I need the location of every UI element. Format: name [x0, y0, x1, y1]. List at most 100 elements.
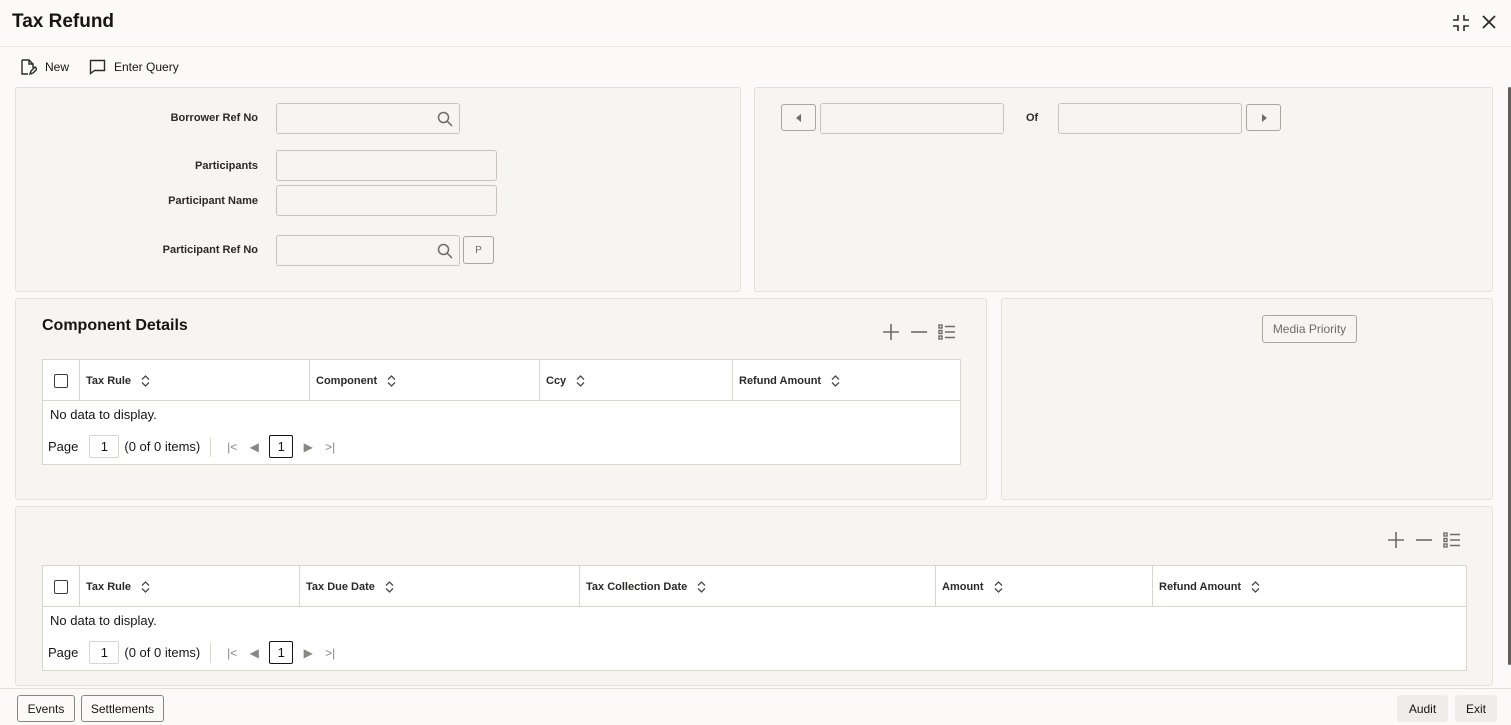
- borrower-ref-no-label: Borrower Ref No: [170, 112, 258, 124]
- column-label: Refund Amount: [739, 374, 822, 387]
- total-records-input[interactable]: [1058, 103, 1242, 134]
- page-label: Page: [48, 645, 79, 660]
- column-header[interactable]: Refund Amount: [1152, 566, 1468, 607]
- query-icon: [89, 59, 106, 75]
- last-page-icon[interactable]: >|: [319, 440, 341, 454]
- previous-page-icon[interactable]: ◀: [243, 646, 265, 660]
- header-divider: [0, 46, 1511, 47]
- column-label: Tax Rule: [86, 580, 132, 593]
- main-form-panel: Borrower Ref No Participants Participant…: [15, 87, 741, 292]
- enter-query-label: Enter Query: [114, 60, 179, 74]
- exit-button[interactable]: Exit: [1455, 695, 1497, 722]
- select-all-cell: [43, 566, 79, 607]
- column-header[interactable]: Tax Rule: [79, 360, 309, 401]
- next-record-button[interactable]: [1246, 104, 1281, 131]
- column-header[interactable]: Component: [309, 360, 539, 401]
- enter-query-button[interactable]: Enter Query: [89, 57, 179, 77]
- previous-page-icon[interactable]: ◀: [243, 440, 265, 454]
- next-page-icon[interactable]: ▶: [297, 646, 319, 660]
- sort-icon[interactable]: [576, 374, 585, 387]
- tax-details-grid: Tax Rule Tax Due Date Tax Collection Dat…: [42, 565, 1467, 671]
- search-icon[interactable]: [437, 243, 453, 259]
- component-details-panel: Component Details Tax Rule Component Ccy…: [15, 298, 987, 500]
- pager-divider: [210, 436, 212, 457]
- participant-ref-no-label: Participant Ref No: [162, 244, 258, 256]
- footer-bar: Events Settlements Audit Exit: [0, 688, 1511, 725]
- single-view-icon[interactable]: [938, 323, 956, 341]
- participants-input[interactable]: [276, 150, 497, 181]
- column-label: Tax Collection Date: [586, 580, 688, 593]
- sort-icon[interactable]: [697, 580, 706, 593]
- column-header[interactable]: Tax Due Date: [299, 566, 579, 607]
- single-view-icon[interactable]: [1443, 531, 1461, 549]
- column-label: Tax Rule: [86, 374, 132, 387]
- grid-header: Tax Rule Tax Due Date Tax Collection Dat…: [43, 566, 1466, 607]
- page-label: Page: [48, 439, 79, 454]
- current-page[interactable]: 1: [269, 641, 294, 664]
- page-number-input[interactable]: 1: [89, 641, 120, 664]
- column-header[interactable]: Refund Amount: [732, 360, 962, 401]
- participants-label: Participants: [195, 160, 258, 172]
- page-number-input[interactable]: 1: [89, 435, 120, 458]
- pagination: Page 1 (0 of 0 items) |< ◀ 1 ▶ >|: [48, 641, 341, 664]
- column-header[interactable]: Amount: [935, 566, 1152, 607]
- delete-row-icon[interactable]: [1415, 531, 1433, 549]
- component-details-grid: Tax Rule Component Ccy Refund Amount No …: [42, 359, 961, 465]
- participant-ref-no-input[interactable]: [276, 235, 460, 266]
- column-label: Component: [316, 374, 378, 387]
- audit-button[interactable]: Audit: [1397, 695, 1448, 722]
- first-page-icon[interactable]: |<: [221, 646, 243, 660]
- sort-icon[interactable]: [141, 374, 150, 387]
- borrower-ref-no-input[interactable]: [276, 103, 460, 134]
- current-page[interactable]: 1: [269, 435, 294, 458]
- participant-p-button[interactable]: P: [463, 236, 494, 264]
- select-all-checkbox[interactable]: [54, 579, 68, 594]
- column-label: Ccy: [546, 374, 567, 387]
- settlements-button[interactable]: Settlements: [81, 695, 164, 722]
- sort-icon[interactable]: [1251, 580, 1260, 593]
- sort-icon[interactable]: [387, 374, 396, 387]
- caret-right-icon: [1261, 113, 1267, 122]
- previous-record-button[interactable]: [781, 104, 816, 131]
- tax-details-panel: Tax Rule Tax Due Date Tax Collection Dat…: [15, 506, 1493, 686]
- sort-icon[interactable]: [385, 580, 394, 593]
- events-button[interactable]: Events: [17, 695, 75, 722]
- pagination: Page 1 (0 of 0 items) |< ◀ 1 ▶ >|: [48, 435, 341, 458]
- media-panel: Media Priority: [1001, 298, 1493, 500]
- select-all-cell: [43, 360, 79, 401]
- page-title: Tax Refund: [12, 11, 115, 32]
- item-count: (0 of 0 items): [124, 645, 201, 660]
- caret-left-icon: [795, 113, 801, 122]
- add-row-icon[interactable]: [882, 323, 900, 341]
- new-button[interactable]: New: [19, 57, 69, 77]
- column-header[interactable]: Tax Rule: [79, 566, 299, 607]
- last-page-icon[interactable]: >|: [319, 646, 341, 660]
- sort-icon[interactable]: [831, 374, 840, 387]
- collapse-icon[interactable]: [1451, 13, 1471, 33]
- grid-header: Tax Rule Component Ccy Refund Amount: [43, 360, 960, 401]
- add-row-icon[interactable]: [1387, 531, 1405, 549]
- new-document-icon: [21, 59, 37, 76]
- item-count: (0 of 0 items): [124, 439, 201, 454]
- close-icon[interactable]: [1480, 13, 1498, 31]
- current-record-input[interactable]: [820, 103, 1004, 134]
- participant-name-input[interactable]: [276, 185, 497, 216]
- column-header[interactable]: Ccy: [539, 360, 732, 401]
- media-priority-button[interactable]: Media Priority: [1262, 315, 1357, 343]
- search-icon[interactable]: [437, 111, 453, 127]
- record-nav-panel: Of: [754, 87, 1493, 292]
- column-label: Refund Amount: [1159, 580, 1242, 593]
- sort-icon[interactable]: [141, 580, 150, 593]
- sort-icon[interactable]: [994, 580, 1003, 593]
- of-label: Of: [1026, 112, 1039, 124]
- select-all-checkbox[interactable]: [54, 373, 68, 388]
- column-header[interactable]: Tax Collection Date: [579, 566, 935, 607]
- no-data-message: No data to display.: [50, 407, 157, 422]
- first-page-icon[interactable]: |<: [221, 440, 243, 454]
- column-label: Tax Due Date: [306, 580, 375, 593]
- next-page-icon[interactable]: ▶: [297, 440, 319, 454]
- no-data-message: No data to display.: [50, 613, 157, 628]
- delete-row-icon[interactable]: [910, 323, 928, 341]
- component-details-title: Component Details: [42, 317, 188, 334]
- pager-divider: [210, 642, 212, 663]
